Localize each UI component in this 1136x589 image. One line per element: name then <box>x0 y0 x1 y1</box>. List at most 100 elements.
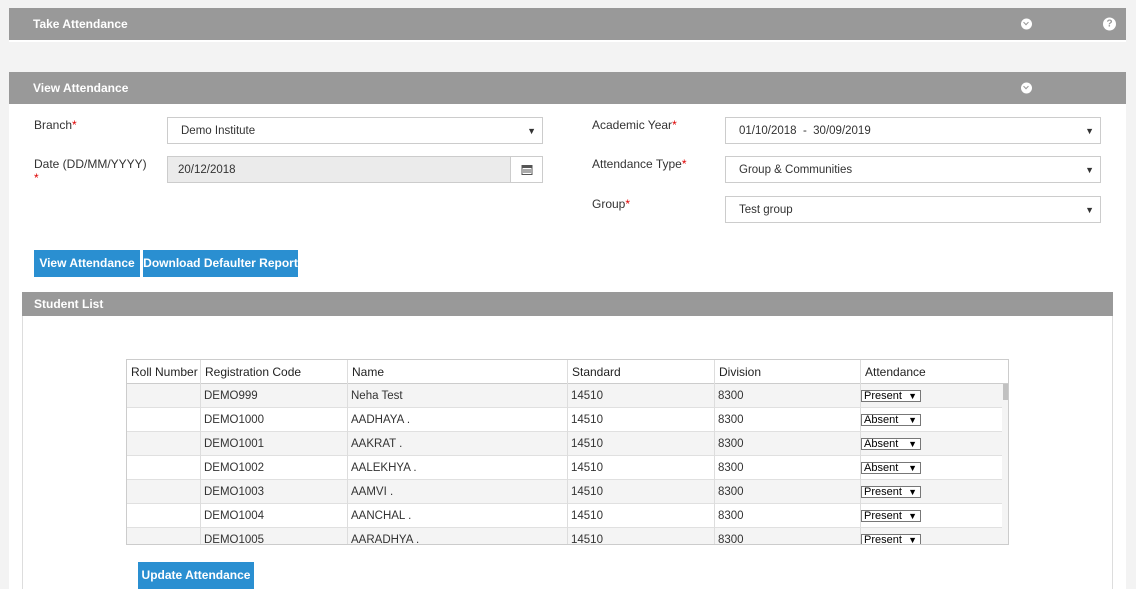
cell-division: 8300 <box>715 456 861 480</box>
column-header-standard[interactable]: Standard <box>568 360 715 384</box>
branch-value: Demo Institute <box>181 124 256 137</box>
table-row: DEMO1004 AANCHAL . 14510 8300 Present ▼ <box>127 504 1002 528</box>
academic-year-value: 01/10/2018 - 30/09/2019 <box>739 124 871 137</box>
cell-name: Neha Test <box>348 384 568 408</box>
attendance-select[interactable]: Absent ▼ <box>861 462 921 474</box>
table-scrollbar[interactable] <box>1002 384 1008 544</box>
dropdown-arrow-icon: ▼ <box>1085 204 1094 215</box>
column-header-division[interactable]: Division <box>715 360 861 384</box>
attendance-select[interactable]: Present ▼ <box>861 510 921 522</box>
take-attendance-header[interactable]: Take Attendance ? <box>9 8 1126 40</box>
branch-select[interactable]: Demo Institute ▼ <box>167 117 543 144</box>
cell-roll-number <box>127 432 201 456</box>
cell-standard: 14510 <box>568 432 715 456</box>
attendance-value: Absent <box>864 438 899 450</box>
dropdown-arrow-icon: ▼ <box>527 125 536 136</box>
dropdown-arrow-icon: ▼ <box>1085 125 1094 136</box>
cell-standard: 14510 <box>568 528 715 544</box>
attendance-type-select[interactable]: Group & Communities ▼ <box>725 156 1101 183</box>
academic-year-label: Academic Year* <box>592 118 677 132</box>
group-value: Test group <box>739 203 793 216</box>
date-value: 20/12/2018 <box>178 163 236 176</box>
cell-registration-code: DEMO1005 <box>201 528 348 544</box>
view-attendance-button[interactable]: View Attendance <box>34 250 140 277</box>
table-row: DEMO1003 AAMVI . 14510 8300 Present ▼ <box>127 480 1002 504</box>
dropdown-arrow-icon: ▼ <box>908 487 917 497</box>
attendance-value: Present <box>864 390 902 402</box>
cell-registration-code: DEMO1004 <box>201 504 348 528</box>
academic-year-select[interactable]: 01/10/2018 - 30/09/2019 ▼ <box>725 117 1101 144</box>
cell-registration-code: DEMO1002 <box>201 456 348 480</box>
table-row: DEMO1001 AAKRAT . 14510 8300 Absent ▼ <box>127 432 1002 456</box>
dropdown-arrow-icon: ▼ <box>908 415 917 425</box>
chevron-down-icon[interactable] <box>1021 82 1032 94</box>
attendance-select[interactable]: Present ▼ <box>861 390 921 402</box>
cell-standard: 14510 <box>568 456 715 480</box>
cell-division: 8300 <box>715 384 861 408</box>
dropdown-arrow-icon: ▼ <box>908 439 917 449</box>
help-icon[interactable]: ? <box>1103 17 1116 31</box>
date-input[interactable]: 20/12/2018 <box>167 156 511 183</box>
attendance-select[interactable]: Present ▼ <box>861 486 921 498</box>
cell-name: AANCHAL . <box>348 504 568 528</box>
student-list-header: Student List <box>22 292 1113 316</box>
table-header: Roll Number Registration Code Name Stand… <box>127 360 1008 384</box>
group-select[interactable]: Test group ▼ <box>725 196 1101 223</box>
column-header-roll-number[interactable]: Roll Number <box>127 360 201 384</box>
dropdown-arrow-icon: ▼ <box>1085 164 1094 175</box>
table-row: DEMO1002 AALEKHYA . 14510 8300 Absent ▼ <box>127 456 1002 480</box>
cell-name: AAMVI . <box>348 480 568 504</box>
cell-division: 8300 <box>715 528 861 544</box>
attendance-value: Absent <box>864 414 899 426</box>
cell-registration-code: DEMO999 <box>201 384 348 408</box>
cell-standard: 14510 <box>568 480 715 504</box>
cell-standard: 14510 <box>568 384 715 408</box>
cell-roll-number <box>127 408 201 432</box>
attendance-value: Present <box>864 534 902 545</box>
attendance-select[interactable]: Absent ▼ <box>861 414 921 426</box>
table-row: DEMO999 Neha Test 14510 8300 Present ▼ <box>127 384 1002 408</box>
attendance-value: Present <box>864 486 902 498</box>
cell-registration-code: DEMO1000 <box>201 408 348 432</box>
cell-roll-number <box>127 504 201 528</box>
cell-division: 8300 <box>715 408 861 432</box>
cell-standard: 14510 <box>568 408 715 432</box>
chevron-down-icon[interactable] <box>1021 18 1032 30</box>
attendance-type-label: Attendance Type* <box>592 157 687 171</box>
view-attendance-header[interactable]: View Attendance <box>9 72 1126 104</box>
table-row: DEMO1005 AARADHYA . 14510 8300 Present ▼ <box>127 528 1002 545</box>
cell-name: AADHAYA . <box>348 408 568 432</box>
cell-registration-code: DEMO1003 <box>201 480 348 504</box>
dropdown-arrow-icon: ▼ <box>908 463 917 473</box>
branch-label: Branch* <box>34 118 77 132</box>
student-list-title: Student List <box>34 297 104 311</box>
cell-registration-code: DEMO1001 <box>201 432 348 456</box>
take-attendance-title: Take Attendance <box>33 17 128 31</box>
take-attendance-body <box>9 40 1126 42</box>
column-header-attendance[interactable]: Attendance <box>861 360 1008 384</box>
attendance-value: Present <box>864 510 902 522</box>
column-header-name[interactable]: Name <box>348 360 568 384</box>
cell-division: 8300 <box>715 480 861 504</box>
download-defaulter-report-button[interactable]: Download Defaulter Report <box>143 250 298 277</box>
cell-roll-number <box>127 528 201 544</box>
table-row: DEMO1000 AADHAYA . 14510 8300 Absent ▼ <box>127 408 1002 432</box>
scrollbar-thumb[interactable] <box>1003 384 1008 400</box>
calendar-button[interactable] <box>510 156 543 183</box>
cell-division: 8300 <box>715 504 861 528</box>
group-label: Group* <box>592 197 631 211</box>
attendance-select[interactable]: Absent ▼ <box>861 438 921 450</box>
update-attendance-button[interactable]: Update Attendance <box>138 562 254 589</box>
view-attendance-title: View Attendance <box>33 81 129 95</box>
dropdown-arrow-icon: ▼ <box>908 391 917 401</box>
date-label: Date (DD/MM/YYYY) * <box>34 157 147 185</box>
cell-division: 8300 <box>715 432 861 456</box>
cell-name: AALEKHYA . <box>348 456 568 480</box>
attendance-select[interactable]: Present ▼ <box>861 534 921 545</box>
student-table: Roll Number Registration Code Name Stand… <box>126 359 1009 545</box>
cell-roll-number <box>127 384 201 408</box>
column-header-registration-code[interactable]: Registration Code <box>201 360 348 384</box>
cell-name: AAKRAT . <box>348 432 568 456</box>
calendar-icon <box>521 164 532 175</box>
dropdown-arrow-icon: ▼ <box>908 535 917 545</box>
